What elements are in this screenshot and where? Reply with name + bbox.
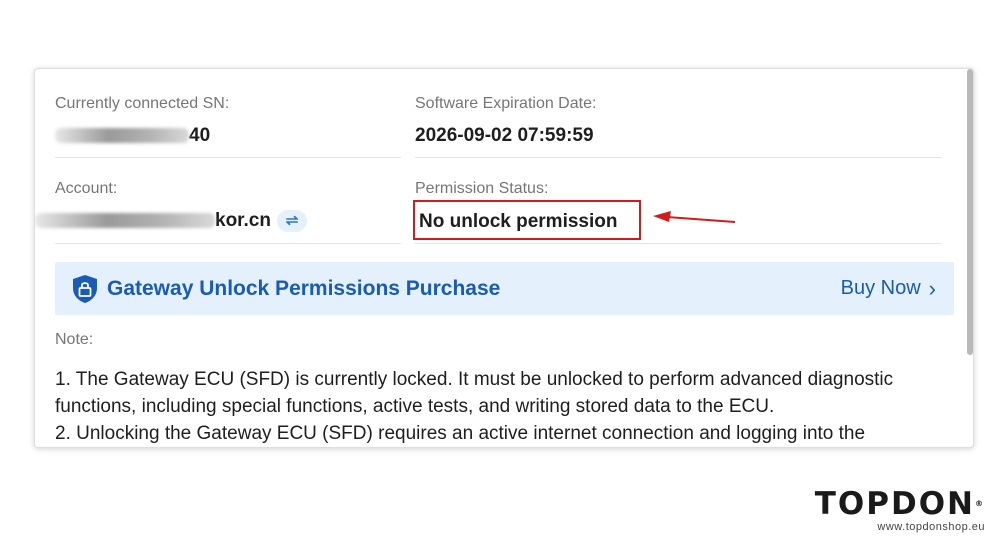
note-line: 1. The Gateway ECU (SFD) is currently lo… bbox=[55, 369, 894, 417]
divider bbox=[55, 243, 401, 244]
banner-title: Gateway Unlock Permissions Purchase bbox=[107, 276, 501, 300]
sn-value: 40 bbox=[55, 124, 229, 148]
account-field: Account: kor.cn ⇌ bbox=[35, 179, 307, 233]
note-line: 2. Unlocking the Gateway ECU (SFD) requi… bbox=[55, 423, 866, 444]
permission-label: Permission Status: bbox=[415, 180, 549, 197]
brand-wordmark: TOPDON® bbox=[813, 488, 985, 520]
divider bbox=[415, 157, 941, 158]
divider bbox=[55, 157, 401, 158]
note-text: 1. The Gateway ECU (SFD) is currently lo… bbox=[55, 366, 960, 447]
account-suffix: kor.cn bbox=[215, 210, 271, 231]
brand-name: TOPDON bbox=[814, 486, 975, 522]
account-value: kor.cn ⇌ bbox=[35, 209, 307, 233]
expiration-label: Software Expiration Date: bbox=[415, 95, 597, 112]
redacted-sn bbox=[55, 128, 189, 144]
sn-label: Currently connected SN: bbox=[55, 95, 230, 112]
account-info-card: Currently connected SN: 40 Software Expi… bbox=[34, 68, 974, 448]
divider bbox=[415, 243, 941, 244]
expiration-value: 2026-09-02 07:59:59 bbox=[415, 125, 594, 146]
highlight-box bbox=[413, 200, 641, 240]
sn-suffix: 40 bbox=[189, 125, 211, 146]
buy-now-button[interactable]: Buy Now › bbox=[841, 276, 936, 302]
note-label: Note: bbox=[55, 331, 94, 348]
registered-mark: ® bbox=[975, 499, 985, 508]
account-label: Account: bbox=[55, 180, 118, 197]
annotation-arrow-icon bbox=[653, 211, 736, 223]
sn-field: Currently connected SN: 40 bbox=[55, 94, 229, 148]
scrollbar[interactable] bbox=[967, 69, 973, 355]
redacted-account bbox=[35, 213, 215, 229]
purchase-banner[interactable]: Gateway Unlock Permissions Purchase Buy … bbox=[55, 262, 954, 315]
swap-arrows-icon[interactable]: ⇌ bbox=[276, 209, 307, 232]
shield-lock-icon bbox=[73, 274, 97, 303]
expiration-field: Software Expiration Date: 2026-09-02 07:… bbox=[415, 94, 596, 148]
brand-url: www.topdonshop.eu bbox=[877, 521, 985, 533]
chevron-right-icon: › bbox=[928, 275, 936, 301]
topdon-logo: TOPDON® www.topdonshop.eu bbox=[813, 488, 985, 533]
buy-now-label: Buy Now bbox=[840, 277, 921, 299]
